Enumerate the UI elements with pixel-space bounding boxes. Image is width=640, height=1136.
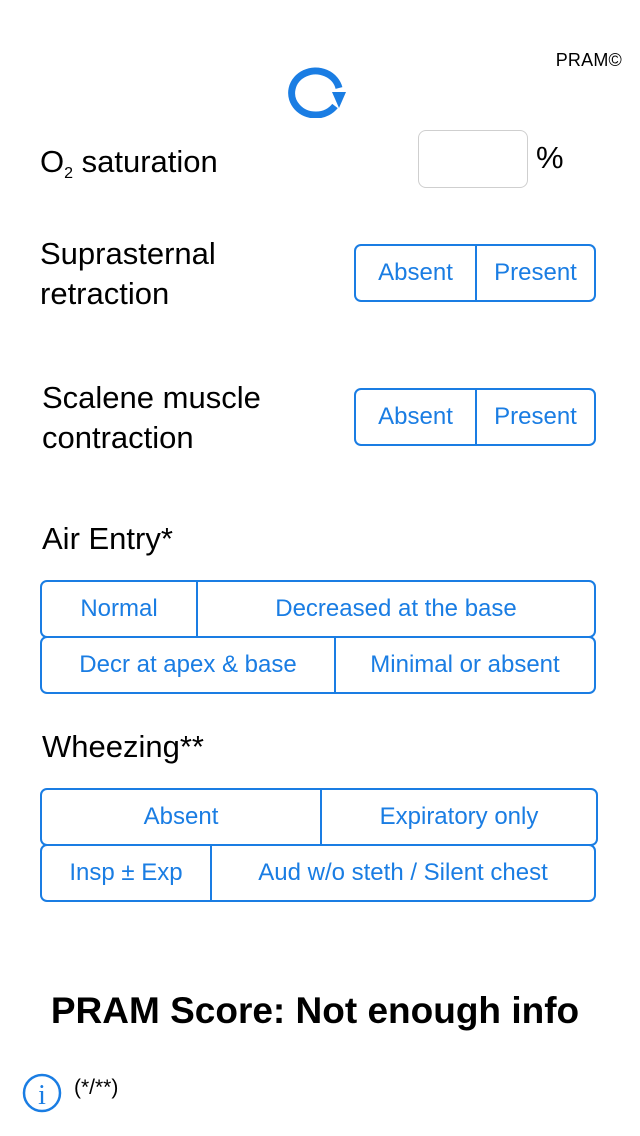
o2-saturation-label: O2 saturation bbox=[40, 144, 218, 182]
scalene-label-line2: contraction bbox=[42, 420, 194, 455]
wheezing-row2-control: Insp ± Exp Aud w/o steth / Silent chest bbox=[40, 844, 596, 902]
refresh-button[interactable] bbox=[285, 62, 349, 119]
air-entry-normal-button[interactable]: Normal bbox=[42, 582, 196, 636]
wheezing-silent-chest-button[interactable]: Aud w/o steth / Silent chest bbox=[210, 846, 594, 900]
suprasternal-absent-button[interactable]: Absent bbox=[356, 246, 475, 300]
refresh-icon bbox=[288, 67, 346, 119]
suprasternal-present-button[interactable]: Present bbox=[475, 246, 594, 300]
air-entry-row1-control: Normal Decreased at the base bbox=[40, 580, 596, 638]
suprasternal-label-line2: retraction bbox=[40, 276, 170, 311]
air-entry-label: Air Entry* bbox=[42, 521, 173, 556]
suprasternal-label-line1: Suprasternal bbox=[40, 236, 216, 271]
wheezing-insp-exp-button[interactable]: Insp ± Exp bbox=[42, 846, 210, 900]
svg-text:i: i bbox=[38, 1080, 46, 1111]
brand-label: PRAM© bbox=[555, 50, 622, 70]
percent-unit: % bbox=[536, 140, 564, 175]
wheezing-absent-button[interactable]: Absent bbox=[42, 790, 320, 844]
wheezing-row1-control: Absent Expiratory only bbox=[40, 788, 598, 846]
wheezing-label: Wheezing** bbox=[42, 729, 204, 764]
wheezing-expiratory-button[interactable]: Expiratory only bbox=[320, 790, 596, 844]
scalene-present-button[interactable]: Present bbox=[475, 390, 594, 444]
air-entry-decreased-base-button[interactable]: Decreased at the base bbox=[196, 582, 594, 636]
scalene-label-line1: Scalene muscle bbox=[42, 380, 261, 415]
suprasternal-segmented-control: Absent Present bbox=[354, 244, 596, 302]
info-icon: i bbox=[22, 1073, 62, 1113]
o2-saturation-input[interactable] bbox=[418, 130, 528, 188]
air-entry-minimal-absent-button[interactable]: Minimal or absent bbox=[334, 638, 594, 692]
air-entry-row2-control: Decr at apex & base Minimal or absent bbox=[40, 636, 596, 694]
footnote-text: (*/**) bbox=[74, 1076, 119, 1099]
scalene-segmented-control: Absent Present bbox=[354, 388, 596, 446]
suprasternal-label: Suprasternal retraction bbox=[40, 234, 216, 314]
scalene-label: Scalene muscle contraction bbox=[42, 378, 261, 458]
pram-score-text: PRAM Score: Not enough info bbox=[50, 990, 580, 1031]
info-button[interactable]: i bbox=[22, 1073, 62, 1113]
scalene-absent-button[interactable]: Absent bbox=[356, 390, 475, 444]
air-entry-apex-base-button[interactable]: Decr at apex & base bbox=[42, 638, 334, 692]
